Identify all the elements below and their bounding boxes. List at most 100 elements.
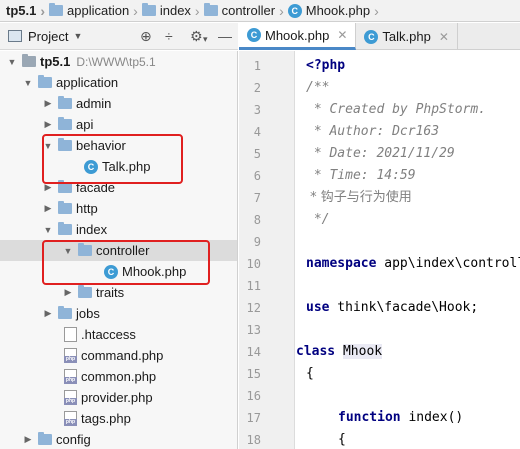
tree-item-api[interactable]: ▶ api [0, 114, 237, 135]
breadcrumb-item-index[interactable]: index › [141, 0, 204, 21]
tree-item-traits[interactable]: ▶ traits [0, 282, 237, 303]
folder-icon [38, 432, 52, 445]
tree-item-jobs[interactable]: ▶ jobs [0, 303, 237, 324]
project-panel-header: Project ▼ ⊕ ÷ ⚙ ▾ — [0, 23, 238, 50]
class-name: Mhook [342, 344, 383, 359]
breadcrumb-item-controller[interactable]: controller › [203, 0, 288, 21]
line-number: 18 [246, 433, 261, 447]
folder-icon [58, 201, 72, 214]
php-class-icon: C [364, 29, 379, 44]
keyword: use [306, 300, 330, 315]
tree-item-root[interactable]: ▼ tp5.1 D:\WWW\tp5.1 [0, 51, 237, 72]
breadcrumb-item-application[interactable]: application › [49, 0, 142, 21]
tree-item-config[interactable]: ▶ config [0, 429, 237, 449]
collapse-all-icon[interactable]: ÷ [165, 28, 173, 44]
chevron-right-icon[interactable]: ▶ [22, 434, 34, 445]
folder-icon [141, 3, 156, 16]
code-line: use think\facade\Hook; [306, 297, 478, 319]
locate-target-icon[interactable]: ⊕ [140, 28, 152, 44]
code-line: function index() [338, 407, 463, 429]
line-number: 6 [253, 169, 261, 183]
breadcrumb-item-project[interactable]: tp5.1 › [6, 0, 49, 21]
code-line: */ [306, 212, 330, 227]
line-number: 2 [253, 81, 261, 95]
chevron-right-icon[interactable]: ▶ [42, 203, 54, 214]
code-line: * Date: 2021/11/29 [306, 146, 455, 161]
code-line: namespace app\index\controll [306, 253, 520, 275]
line-number: 11 [246, 279, 261, 293]
breadcrumb-item-file[interactable]: C Mhook.php › [287, 0, 383, 21]
chevron-right-icon[interactable]: ▶ [42, 308, 54, 319]
line-number: 14 [246, 345, 261, 359]
line-number: 17 [246, 411, 261, 425]
close-icon[interactable]: ✕ [337, 28, 347, 42]
php-file-icon [64, 390, 77, 405]
folder-icon [58, 117, 72, 130]
line-number-gutter: 1 2 3 4 5 6 7 8 9 10 11 12 13 14 15 16 1… [239, 51, 306, 449]
line-number: 1 [253, 59, 261, 73]
php-file-icon [64, 369, 77, 384]
folder-icon [38, 75, 52, 88]
code-text: index() [400, 410, 464, 425]
code-line: { [306, 366, 314, 381]
folder-icon [203, 3, 218, 16]
line-number: 9 [253, 235, 261, 249]
code-line: <?php [306, 58, 346, 73]
folder-icon [78, 285, 92, 298]
code-text: app\index\controll [376, 256, 520, 271]
tree-item-provider-php[interactable]: provider.php [0, 387, 237, 408]
tree-item-common-php[interactable]: common.php [0, 366, 237, 387]
tab-talk-php[interactable]: C Talk.php ✕ [356, 23, 458, 50]
tree-item-index[interactable]: ▼ index [0, 219, 237, 240]
close-icon[interactable]: ✕ [439, 30, 449, 44]
code-line: * 钩子与行为使用 [306, 190, 412, 205]
tree-item-tags-php[interactable]: tags.php [0, 408, 237, 429]
project-view-selector[interactable]: Project [28, 29, 68, 44]
keyword: function [338, 410, 401, 425]
php-class-icon: C [247, 28, 261, 42]
tree-item-application[interactable]: ▼ application [0, 72, 237, 93]
php-file-icon [64, 348, 77, 363]
hide-panel-icon[interactable]: — [218, 28, 232, 44]
folder-icon [22, 54, 36, 67]
php-class-icon: C [287, 3, 302, 18]
gear-icon[interactable]: ⚙ [190, 28, 203, 44]
chevron-down-icon[interactable]: ▼ [42, 225, 54, 235]
code-line: class Mhook [296, 341, 383, 363]
line-number: 15 [246, 367, 261, 381]
folder-icon [49, 3, 64, 16]
tree-item-htaccess[interactable]: .htaccess [0, 324, 237, 345]
tree-item-http[interactable]: ▶ http [0, 198, 237, 219]
chevron-down-icon[interactable]: ▼ [6, 57, 18, 67]
code-line: * Author: Dcr163 [306, 124, 440, 139]
code-line: * Time: 14:59 [306, 168, 416, 183]
code-line: { [338, 432, 346, 447]
code-text: think\facade\Hook; [329, 300, 479, 315]
line-number: 10 [246, 257, 261, 271]
keyword: namespace [306, 256, 377, 271]
line-number: 13 [246, 323, 261, 337]
line-number: 12 [246, 301, 261, 315]
tree-item-admin[interactable]: ▶ admin [0, 93, 237, 114]
breadcrumb: tp5.1 › application › index › controller › C… [0, 0, 520, 22]
line-number: 4 [253, 125, 261, 139]
chevron-right-icon[interactable]: ▶ [62, 287, 74, 298]
chevron-right-icon[interactable]: ▶ [42, 98, 54, 109]
gear-dropdown-icon[interactable]: ▾ [203, 31, 208, 47]
folder-icon [58, 306, 72, 319]
highlight-box-behavior [42, 134, 183, 184]
chevron-down-icon[interactable]: ▼ [73, 31, 82, 41]
folder-icon [58, 222, 72, 235]
tab-mhook-php[interactable]: C Mhook.php ✕ [239, 23, 357, 50]
code-editor[interactable]: <?php /** * Created by PhpStorm. * Autho… [296, 51, 520, 449]
line-number: 5 [253, 147, 261, 161]
chevron-down-icon[interactable]: ▼ [22, 78, 34, 88]
folder-icon [58, 96, 72, 109]
file-icon [64, 327, 77, 342]
tree-item-command-php[interactable]: command.php [0, 345, 237, 366]
line-number: 16 [246, 389, 261, 403]
project-icon [8, 30, 22, 42]
chevron-right-icon[interactable]: ▶ [42, 119, 54, 130]
php-file-icon [64, 411, 77, 426]
line-number: 8 [253, 213, 261, 227]
